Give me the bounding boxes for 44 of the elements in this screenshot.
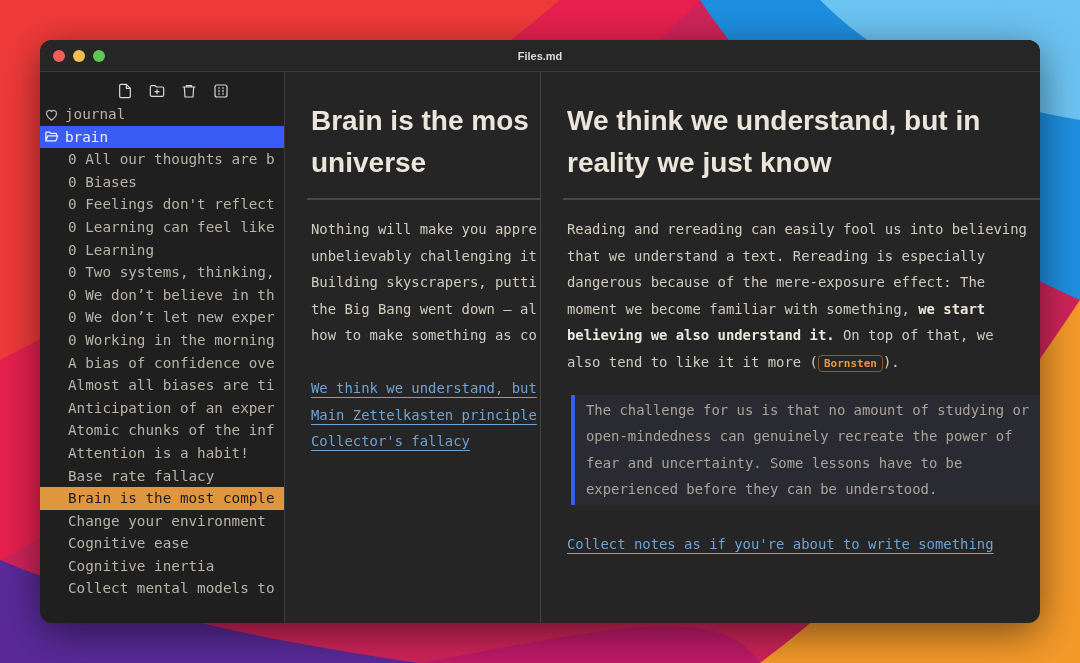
tree-item-label: journal (65, 105, 126, 124)
note-paragraph: Reading and rereading can easily fool us into believing that we understand a text. Rereading is especially dangerous because of the mere-exposure effect: The moment we become familiar with something, we start believing we also understand it. On top of that, we also tend to like it it more ( Bornsten ). (567, 220, 1028, 374)
note-link[interactable]: Collector's fallacy (311, 428, 470, 455)
note-link[interactable]: Main Zettelkasten principle (311, 401, 537, 429)
trash-icon (181, 82, 197, 99)
note-list-item[interactable]: Cognitive inertia (40, 554, 284, 578)
note-list-item[interactable]: Attention is a habit! (40, 441, 284, 465)
note-list-item[interactable]: 0 Learning can feel like (40, 215, 284, 239)
folder-plus-icon (149, 82, 165, 99)
columns-button[interactable] (211, 81, 231, 100)
note-list-item[interactable]: Brain is the most comple (40, 487, 284, 510)
note-list-item[interactable]: 0 Learning (40, 238, 284, 262)
note-heading: We think we understand, but in reality we just know (567, 104, 982, 180)
note-list-item[interactable]: 0 All our thoughts are b (40, 148, 284, 171)
note-link[interactable]: Collect notes as if you're about to write something (567, 530, 994, 558)
dotted-columns-icon (213, 82, 229, 99)
open-folder-icon (44, 129, 59, 145)
note-list-item[interactable]: 0 Feelings don't reflect (40, 193, 284, 216)
note-list-item[interactable]: A bias of confidence ove (40, 351, 284, 375)
note-list-item[interactable]: 0 We don’t believe in th (40, 283, 284, 307)
file-icon (117, 82, 133, 99)
note-list-item[interactable]: 0 Biases (40, 170, 284, 194)
note-list-item[interactable]: Collect mental models to (40, 577, 284, 601)
note-list-item[interactable]: Anticipation of an exper (40, 396, 284, 420)
note-list-item[interactable]: 0 Working in the morning (40, 328, 284, 352)
close-button[interactable] (53, 49, 65, 62)
folder-tree-item[interactable]: journal (40, 103, 284, 126)
tree-item-label: brain (65, 127, 109, 147)
folder-tree-item[interactable]: brain (40, 125, 284, 149)
note-list-item[interactable]: Atomic chunks of the inf (40, 419, 284, 442)
note-list-item[interactable]: Cognitive ease (40, 532, 284, 555)
note-list-item[interactable]: Base rate fallacy (40, 464, 284, 488)
note-link[interactable]: We think we understand, but (311, 374, 537, 402)
note-list-item[interactable]: 0 Two systems, thinking, (40, 261, 284, 284)
note-heading: Brain is the mos universe (311, 104, 530, 180)
blockquote: The challenge for us is that no amount of studying or open-mindedness can genuinely recreate the power of fear and uncertainty. Some lessons have to be experienced before they can be understood. (571, 394, 1040, 505)
zoom-button[interactable] (93, 49, 105, 62)
window-title: Files.md (517, 49, 563, 62)
minimize-button[interactable] (73, 49, 85, 62)
note-list-item[interactable]: Almost all biases are ti (40, 374, 284, 397)
note-list-item[interactable]: Change your environment (40, 509, 284, 533)
note-paragraph: Nothing will make you appre unbelievably challenging it Building skyscrapers, putti the Big Bang went down – al how to make something as co (311, 220, 538, 346)
note-list-item[interactable]: 0 We don’t let new exper (40, 306, 284, 329)
citation-tag[interactable]: Bornsten (817, 354, 883, 372)
